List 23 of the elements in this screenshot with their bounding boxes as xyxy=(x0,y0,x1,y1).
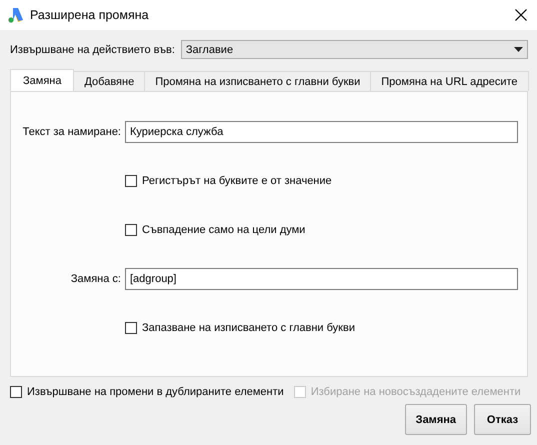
app-logo-icon xyxy=(8,7,23,23)
tab[interactable]: Промяна на URL адресите xyxy=(370,71,529,91)
window-title: Разширена промяна xyxy=(30,8,150,22)
field-label: Замяна с: xyxy=(70,273,121,285)
apply-to-dropdown[interactable]: Заглавие xyxy=(180,40,528,59)
checkbox-label: Регистърът на буквите е от значение xyxy=(142,175,332,187)
checkbox[interactable] xyxy=(10,386,22,398)
checkbox-label: Извършване на промени в дублираните елементи xyxy=(27,386,284,398)
checkbox-label: Съвпадение само на цели думи xyxy=(142,224,306,236)
dropdown-arrow-icon xyxy=(514,47,523,52)
checkbox[interactable] xyxy=(125,224,137,236)
dialog-button[interactable]: Отказ xyxy=(474,404,531,435)
field-label: Текст за намиране: xyxy=(22,126,121,138)
dialog-button[interactable]: Замяна xyxy=(404,404,467,435)
checkbox[interactable] xyxy=(125,322,137,334)
tab[interactable]: Замяна xyxy=(10,69,74,91)
input-field[interactable]: [adgroup] xyxy=(125,268,518,290)
checkbox-label: Избиране на новосъздадените елементи xyxy=(310,386,521,398)
input-field[interactable]: Куриерска служба xyxy=(125,121,518,143)
checkbox[interactable] xyxy=(125,175,137,187)
close-icon[interactable] xyxy=(515,9,527,21)
apply-to-label: Извършване на действието във: xyxy=(10,44,175,56)
checkbox-label: Запазване на изписването с главни букви xyxy=(142,322,355,334)
